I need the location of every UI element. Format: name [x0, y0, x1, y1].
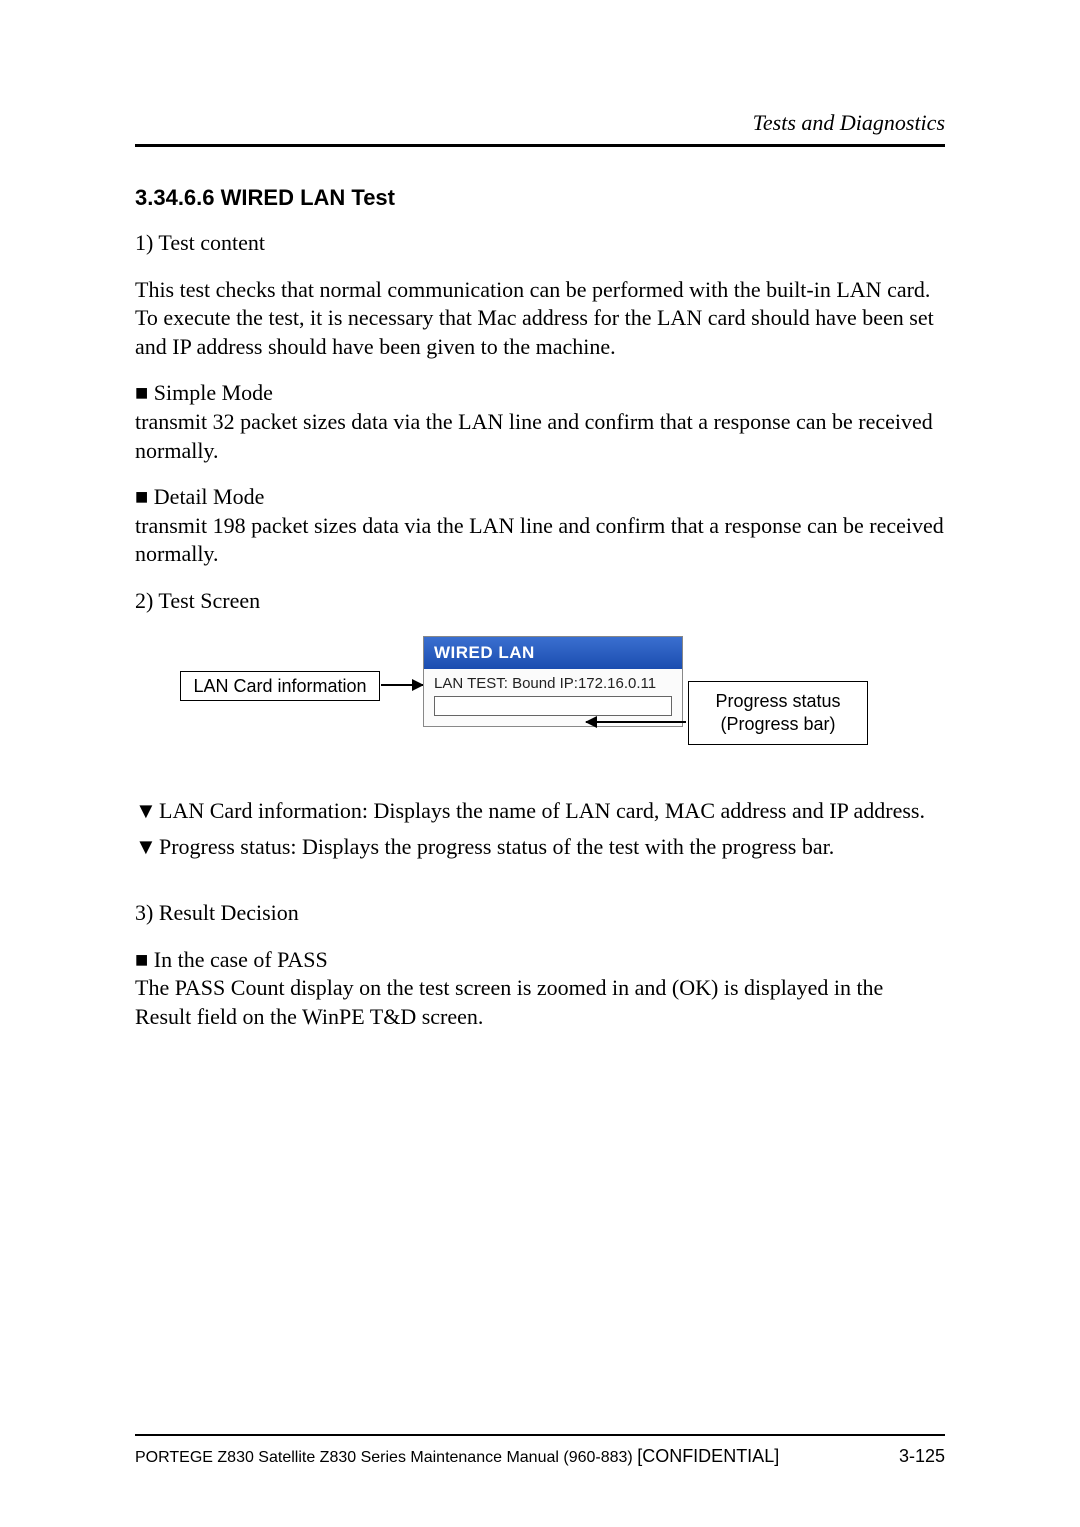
progress-bar	[434, 696, 672, 716]
test-content-text: This test checks that normal communicati…	[135, 276, 945, 362]
pass-text: The PASS Count display on the test scree…	[135, 974, 945, 1031]
page-header: Tests and Diagnostics	[135, 110, 945, 136]
detail-mode-text: transmit 198 packet sizes data via the L…	[135, 512, 945, 569]
lan-info-box: LAN Card information	[180, 671, 380, 701]
result-decision-label: 3) Result Decision	[135, 899, 945, 928]
bullet-progress-text: Progress status: Displays the progress s…	[159, 834, 834, 859]
page-footer: PORTEGE Z830 Satellite Z830 Series Maint…	[135, 1434, 945, 1467]
footer-manual: PORTEGE Z830 Satellite Z830 Series Maint…	[135, 1446, 779, 1467]
wired-lan-header: WIRED LAN	[424, 637, 682, 669]
footer-page-number: 3-125	[899, 1446, 945, 1467]
footer-confidential: [CONFIDENTIAL]	[637, 1446, 779, 1466]
simple-mode-text: transmit 32 packet sizes data via the LA…	[135, 408, 945, 465]
detail-mode-label: ■ Detail Mode	[135, 483, 945, 512]
triangle-down-icon: ▼	[135, 796, 159, 827]
progress-status-box: Progress status (Progress bar)	[688, 681, 868, 745]
bullet-lan-info-text: LAN Card information: Displays the name …	[159, 798, 925, 823]
triangle-down-icon: ▼	[135, 832, 159, 863]
footer-manual-text: PORTEGE Z830 Satellite Z830 Series Maint…	[135, 1449, 637, 1466]
bullet-lan-info: ▼LAN Card information: Displays the name…	[135, 796, 945, 827]
bullet-progress: ▼Progress status: Displays the progress …	[135, 832, 945, 863]
wired-lan-panel: WIRED LAN LAN TEST: Bound IP:172.16.0.11	[423, 636, 683, 727]
lan-test-text: LAN TEST: Bound IP:172.16.0.11	[424, 669, 682, 696]
progress-status-line1: Progress status	[689, 690, 867, 713]
arrow-right-icon	[381, 684, 423, 686]
test-screen-diagram: LAN Card information WIRED LAN LAN TEST:…	[135, 636, 945, 766]
progress-status-line2: (Progress bar)	[689, 713, 867, 736]
header-divider	[135, 144, 945, 147]
pass-label: ■ In the case of PASS	[135, 946, 945, 975]
test-screen-label: 2) Test Screen	[135, 587, 945, 616]
section-title: 3.34.6.6 WIRED LAN Test	[135, 185, 945, 211]
simple-mode-label: ■ Simple Mode	[135, 379, 945, 408]
test-content-label: 1) Test content	[135, 229, 945, 258]
arrow-left-icon	[586, 721, 686, 723]
footer-divider	[135, 1434, 945, 1436]
